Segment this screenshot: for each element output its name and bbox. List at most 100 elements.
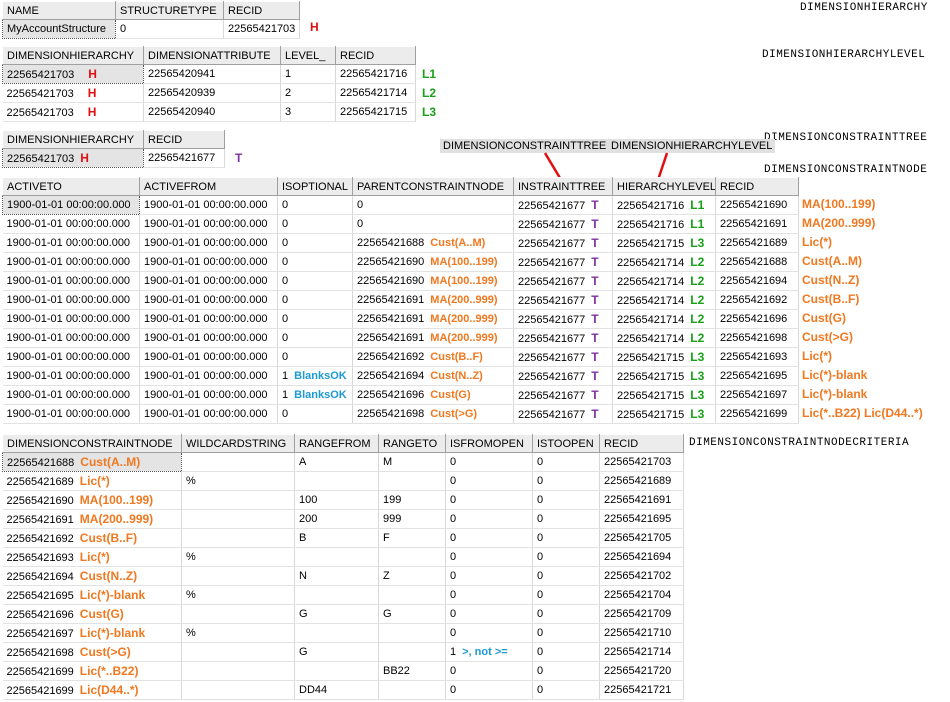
wildcard-cell[interactable] <box>181 566 295 586</box>
table-row[interactable]: 22565421697 Lic(*)-blank% 0 0 22565421710 <box>2 623 684 643</box>
recid-cell[interactable]: 22565421695 <box>599 509 684 529</box>
wildcard-cell[interactable] <box>181 452 295 472</box>
activefrom-cell[interactable]: 1900-01-01 00:00:00.000 <box>139 195 278 215</box>
tree-cell[interactable]: 22565421677 T <box>513 233 613 253</box>
wildcard-cell[interactable]: % <box>181 471 295 491</box>
wildcard-cell[interactable] <box>181 661 295 681</box>
activefrom-cell[interactable]: 1900-01-01 00:00:00.000 <box>139 309 278 329</box>
constraint-node-cell[interactable]: 22565421693 Lic(*) <box>2 547 182 567</box>
constraint-node-cell[interactable]: 22565421698 Cust(>G) <box>2 642 182 662</box>
isoptional-cell[interactable]: 1 BlanksOK <box>277 366 353 386</box>
rangeto-cell[interactable] <box>378 680 446 700</box>
parent-node-cell[interactable]: 22565421694 Cust(N..Z) <box>352 366 514 386</box>
wildcard-cell[interactable] <box>181 642 295 662</box>
constraint-node-cell[interactable]: 22565421692 Cust(B..F) <box>2 528 182 548</box>
rangeto-cell[interactable]: Z <box>378 566 446 586</box>
column-header[interactable]: RANGETO <box>378 434 446 453</box>
istoopen-cell[interactable]: 0 <box>532 680 600 700</box>
parent-node-cell[interactable]: 22565421688 Cust(A..M) <box>352 233 514 253</box>
rangeto-cell[interactable]: 199 <box>378 490 446 510</box>
recid-cell[interactable]: 22565421691 <box>715 214 799 234</box>
activefrom-cell[interactable]: 1900-01-01 00:00:00.000 <box>139 290 278 310</box>
column-header[interactable]: DIMENSIONCONSTRAINTNODE <box>2 434 182 453</box>
istoopen-cell[interactable]: 0 <box>532 490 600 510</box>
isfromopen-cell[interactable]: 0 <box>445 509 533 529</box>
activeto-cell[interactable]: 1900-01-01 00:00:00.000 <box>2 309 140 329</box>
column-header[interactable]: ACTIVETO <box>2 177 140 196</box>
parent-node-cell[interactable]: 22565421698 Cust(>G) <box>352 404 514 424</box>
table-row[interactable]: 22565421699 Lic(D44..*) DD44 0 0 22565421721 <box>2 680 684 700</box>
column-header[interactable]: HIERARCHYLEVEL <box>612 177 716 196</box>
table-row[interactable]: 22565421692 Cust(B..F) B F 0 0 22565421705 <box>2 528 684 548</box>
isfromopen-cell[interactable]: 0 <box>445 452 533 472</box>
istoopen-cell[interactable]: 0 <box>532 547 600 567</box>
wildcard-cell[interactable] <box>181 528 295 548</box>
tree-cell[interactable]: 22565421677 T <box>513 252 613 272</box>
constraint-node-cell[interactable]: 22565421696 Cust(G) <box>2 604 182 624</box>
wildcard-cell[interactable] <box>181 680 295 700</box>
isfromopen-cell[interactable]: 0 <box>445 680 533 700</box>
recid-cell[interactable]: 22565421689 <box>599 471 684 491</box>
recid-cell[interactable]: 22565421710 <box>599 623 684 643</box>
isoptional-cell[interactable]: 0 <box>277 309 353 329</box>
tree-cell[interactable]: 22565421677 T <box>513 366 613 386</box>
isoptional-cell[interactable]: 0 <box>277 195 353 215</box>
rangeto-cell[interactable]: 999 <box>378 509 446 529</box>
recid-cell[interactable]: 22565421696 <box>715 309 799 329</box>
parent-node-cell[interactable]: 0 <box>352 214 514 234</box>
parent-node-cell[interactable]: 22565421696 Cust(G) <box>352 385 514 405</box>
table-row[interactable]: 22565421690 MA(100..199) 100 199 0 0 225654216… <box>2 490 684 510</box>
wildcard-cell[interactable] <box>181 604 295 624</box>
activeto-cell[interactable]: 1900-01-01 00:00:00.000 <box>2 366 140 386</box>
recid-cell[interactable]: 22565421705 <box>599 528 684 548</box>
table-row[interactable]: 1900-01-01 00:00:00.000 1900-01-01 00:00:… <box>2 195 799 215</box>
activeto-cell[interactable]: 1900-01-01 00:00:00.000 <box>2 385 140 405</box>
tree-cell[interactable]: 22565421677 T <box>513 385 613 405</box>
recid-cell[interactable]: 22565421697 <box>715 385 799 405</box>
table-row[interactable]: 22565421694 Cust(N..Z) N Z 0 0 22565421702 <box>2 566 684 586</box>
isoptional-cell[interactable]: 0 <box>277 404 353 424</box>
column-header[interactable]: ACTIVEFROM <box>139 177 278 196</box>
column-header[interactable]: INSTRAINTTREE <box>513 177 613 196</box>
istoopen-cell[interactable]: 0 <box>532 623 600 643</box>
rangefrom-cell[interactable] <box>294 471 379 491</box>
recid-cell[interactable]: 22565421703 <box>599 452 684 472</box>
rangefrom-cell[interactable]: G <box>294 642 379 662</box>
activeto-cell[interactable]: 1900-01-01 00:00:00.000 <box>2 214 140 234</box>
level-cell[interactable]: 22565421715 L3 <box>612 347 716 367</box>
istoopen-cell[interactable]: 0 <box>532 661 600 681</box>
constraint-node-cell[interactable]: 22565421699 Lic(D44..*) <box>2 680 182 700</box>
parent-node-cell[interactable]: 22565421692 Cust(B..F) <box>352 347 514 367</box>
activefrom-cell[interactable]: 1900-01-01 00:00:00.000 <box>139 328 278 348</box>
parent-node-cell[interactable]: 22565421690 MA(100..199) <box>352 252 514 272</box>
recid-cell[interactable]: 22565421714 <box>599 642 684 662</box>
table-row[interactable]: 1900-01-01 00:00:00.000 1900-01-01 00:00:… <box>2 271 799 291</box>
level-cell[interactable]: 22565421714 L2 <box>612 309 716 329</box>
constraint-node-cell[interactable]: 22565421697 Lic(*)-blank <box>2 623 182 643</box>
tree-cell[interactable]: 22565421677 T <box>513 271 613 291</box>
recid-cell[interactable]: 22565421692 <box>715 290 799 310</box>
constraint-node-cell[interactable]: 22565421694 Cust(N..Z) <box>2 566 182 586</box>
rangefrom-cell[interactable]: DD44 <box>294 680 379 700</box>
isfromopen-cell[interactable]: 0 <box>445 585 533 605</box>
column-header[interactable]: ISFROMOPEN <box>445 434 533 453</box>
level-cell[interactable]: 22565421715 L3 <box>612 366 716 386</box>
tree-cell[interactable]: 22565421677 T <box>513 328 613 348</box>
activefrom-cell[interactable]: 1900-01-01 00:00:00.000 <box>139 252 278 272</box>
rangefrom-cell[interactable] <box>294 661 379 681</box>
tree-cell[interactable]: 22565421677 T <box>513 214 613 234</box>
recid-cell[interactable]: 22565421691 <box>599 490 684 510</box>
level-cell[interactable]: 22565421716 L1 <box>612 214 716 234</box>
table-row[interactable]: 1900-01-01 00:00:00.000 1900-01-01 00:00:… <box>2 309 799 329</box>
isoptional-cell[interactable]: 1 BlanksOK <box>277 385 353 405</box>
activeto-cell[interactable]: 1900-01-01 00:00:00.000 <box>2 347 140 367</box>
rangeto-cell[interactable] <box>378 547 446 567</box>
istoopen-cell[interactable]: 0 <box>532 528 600 548</box>
rangefrom-cell[interactable]: 100 <box>294 490 379 510</box>
table-row[interactable]: 1900-01-01 00:00:00.000 1900-01-01 00:00:… <box>2 385 799 405</box>
level-cell[interactable]: 22565421714 L2 <box>612 252 716 272</box>
recid-cell[interactable]: 22565421694 <box>715 271 799 291</box>
activefrom-cell[interactable]: 1900-01-01 00:00:00.000 <box>139 233 278 253</box>
parent-node-cell[interactable]: 0 <box>352 195 514 215</box>
constraint-node-cell[interactable]: 22565421688 Cust(A..M) <box>2 452 182 472</box>
